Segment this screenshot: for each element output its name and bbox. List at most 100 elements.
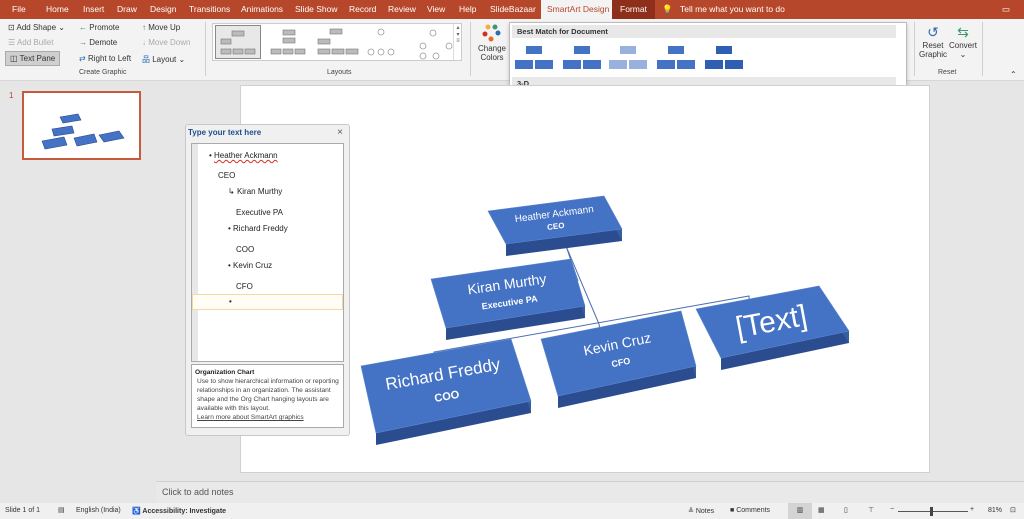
tab-slidebazaar[interactable]: SlideBazaar: [490, 4, 536, 14]
slideshow-button[interactable]: ⊤: [868, 506, 874, 514]
promote-button[interactable]: ← Promote: [79, 23, 119, 32]
style-option[interactable]: [562, 43, 602, 73]
text-pane-button[interactable]: ◫ Text Pane: [5, 51, 61, 66]
tab-animations[interactable]: Animations: [241, 4, 283, 14]
reset-group-label: Reset: [938, 69, 957, 76]
layout-description: Organization Chart Use to show hierarchi…: [191, 364, 344, 428]
thumbnail-chart: [41, 113, 125, 150]
swap-icon: ⇄: [79, 54, 86, 63]
change-colors-button[interactable]: Change Colors: [476, 24, 508, 62]
org-node[interactable]: Heather AckmannCEO: [487, 195, 623, 256]
text-line-richard[interactable]: • Richard Freddy: [228, 224, 288, 233]
reset-graphic-button[interactable]: ↺ Reset Graphic: [918, 24, 948, 59]
text-line-executive-pa[interactable]: Executive PA: [236, 208, 283, 217]
tab-design[interactable]: Design: [150, 4, 176, 14]
style-option[interactable]: [608, 43, 648, 73]
demote-button[interactable]: → Demote: [79, 38, 117, 47]
slide-sorter-button[interactable]: ▦: [818, 506, 825, 514]
add-bullet-button[interactable]: ☰ Add Bullet: [8, 38, 53, 47]
collapse-ribbon-icon[interactable]: ⌃: [1010, 70, 1017, 79]
text-pane: Type your text here × • Heather Ackmann …: [185, 124, 350, 436]
accessibility-icon: ♿: [132, 508, 141, 515]
tab-review[interactable]: Review: [388, 4, 416, 14]
text-pane-icon: ◫: [10, 54, 18, 63]
zoom-level[interactable]: 81%: [988, 507, 1002, 514]
tab-draw[interactable]: Draw: [117, 4, 137, 14]
tab-insert[interactable]: Insert: [83, 4, 104, 14]
move-up-button[interactable]: ↑ Move Up: [142, 23, 180, 32]
accessibility-button[interactable]: ♿ Accessibility: Investigate: [132, 507, 226, 515]
zoom-in-button[interactable]: +: [970, 506, 974, 513]
lightbulb-icon: 💡: [662, 4, 673, 14]
comment-icon: ■: [730, 507, 735, 514]
layout-description-text: Use to show hierarchical information or …: [197, 378, 339, 412]
style-option[interactable]: [514, 43, 554, 73]
text-line-coo[interactable]: COO: [236, 245, 254, 254]
convert-icon: ⇆: [957, 24, 969, 40]
reading-view-button[interactable]: ▯: [844, 506, 848, 514]
reset-icon: ↺: [927, 24, 939, 40]
text-line-cfo[interactable]: CFO: [236, 282, 253, 291]
zoom-out-button[interactable]: −: [890, 506, 894, 513]
tab-format[interactable]: Format: [612, 0, 655, 19]
close-icon[interactable]: ×: [337, 127, 343, 138]
text-line-heather[interactable]: • Heather Ackmann: [209, 151, 278, 160]
tab-help[interactable]: Help: [459, 4, 476, 14]
slide-thumbnails-pane: 1: [0, 81, 156, 503]
learn-more-link[interactable]: Learn more about SmartArt graphics: [195, 413, 340, 422]
fit-to-window-icon[interactable]: ⊡: [1010, 506, 1016, 514]
slide-thumbnail-1[interactable]: [22, 91, 141, 160]
style-option[interactable]: [704, 43, 744, 73]
tell-me-search[interactable]: Tell me what you want to do: [680, 4, 785, 14]
tab-slide-show[interactable]: Slide Show: [295, 4, 338, 14]
notes-placeholder: Click to add notes: [162, 487, 234, 497]
org-node[interactable]: Kiran MurthyExecutive PA: [430, 258, 586, 340]
tab-home[interactable]: Home: [46, 4, 69, 14]
arrow-up-icon: ↑: [142, 23, 146, 32]
org-node[interactable]: Richard FreddyCOO: [360, 338, 532, 445]
add-shape-icon: ⊡: [8, 23, 15, 32]
layout-button[interactable]: 品 Layout ⌄: [142, 54, 185, 65]
tab-smartart-design[interactable]: SmartArt Design: [541, 0, 616, 19]
notes-pane[interactable]: Click to add notes: [156, 481, 1024, 503]
bullet-list-icon: ☰: [8, 38, 16, 47]
tab-transitions[interactable]: Transitions: [189, 4, 230, 14]
move-down-button[interactable]: ↓ Move Down: [142, 38, 190, 47]
text-line-kevin[interactable]: • Kevin Cruz: [228, 261, 272, 270]
slide-number: 1: [9, 91, 14, 100]
convert-button[interactable]: ⇆ Convert ⌄: [948, 24, 978, 59]
layout-icon: 品: [142, 55, 150, 64]
arrow-left-icon: ←: [79, 23, 87, 32]
tab-file[interactable]: File: [12, 4, 26, 14]
text-line-ceo[interactable]: CEO: [218, 171, 235, 180]
best-match-header: Best Match for Document: [512, 25, 896, 38]
org-node[interactable]: [Text]: [695, 285, 850, 370]
normal-view-button[interactable]: ▥: [788, 503, 812, 519]
text-entry-area[interactable]: • Heather Ackmann CEO ↳ Kiran Murthy Exe…: [191, 143, 344, 362]
text-line-kiran[interactable]: ↳ Kiran Murthy: [228, 187, 282, 196]
create-graphic-group-label: Create Graphic: [79, 69, 127, 76]
comments-button[interactable]: ■ Comments: [730, 507, 770, 514]
zoom-slider-thumb[interactable]: [930, 507, 933, 516]
arrow-down-icon: ↓: [142, 38, 146, 47]
notes-button[interactable]: ≜ Notes: [688, 507, 714, 515]
layouts-gallery[interactable]: ▴ ▾ ≡: [212, 23, 462, 61]
text-line-empty-active[interactable]: •: [192, 294, 343, 310]
style-option[interactable]: [656, 43, 696, 73]
arrow-right-icon: →: [79, 38, 87, 47]
language-indicator[interactable]: English (India): [76, 507, 121, 514]
comment-icon[interactable]: ▭: [1002, 4, 1010, 15]
layouts-scroll[interactable]: ▴ ▾ ≡: [453, 24, 462, 60]
status-bar: Slide 1 of 1 ▤ English (India) ♿ Accessi…: [0, 503, 1024, 519]
zoom-slider[interactable]: [898, 511, 968, 512]
tab-record[interactable]: Record: [349, 4, 376, 14]
right-to-left-button[interactable]: ⇄ Right to Left: [79, 54, 131, 63]
tab-view[interactable]: View: [427, 4, 445, 14]
org-node[interactable]: Kevin CruzCFO: [540, 310, 697, 408]
text-pane-title: Type your text here: [188, 128, 262, 137]
layouts-group-label: Layouts: [327, 69, 352, 76]
add-shape-button[interactable]: ⊡ Add Shape ⌄: [8, 23, 65, 32]
layout-name: Organization Chart: [195, 369, 255, 376]
layout-thumbnails: [220, 28, 453, 60]
spellcheck-icon[interactable]: ▤: [58, 506, 65, 514]
